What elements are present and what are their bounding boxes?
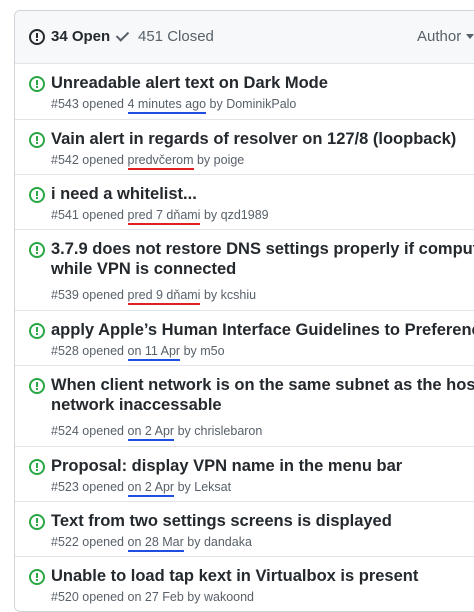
issue-meta: #543 opened 4 minutes ago by DominikPalo <box>51 97 296 114</box>
issue-row[interactable]: i need a whitelist... #541 opened pred 7 … <box>15 175 474 230</box>
issue-meta: #520 opened on 27 Feb by wakoond <box>51 590 254 604</box>
issue-by-text: by <box>187 535 201 549</box>
open-count-label: 34 Open <box>51 28 111 45</box>
issue-opened-icon <box>29 76 45 92</box>
issue-title-link[interactable]: When client network is on the same subne… <box>51 375 474 395</box>
issue-opened-icon <box>29 323 45 339</box>
issue-title-link[interactable]: Text from two settings screens is displa… <box>51 511 392 531</box>
issue-row[interactable]: Proposal: display VPN name in the menu b… <box>15 447 474 502</box>
issue-number: #528 <box>51 344 79 358</box>
issue-opened-text: opened <box>82 153 125 167</box>
issue-opened-icon <box>29 459 45 475</box>
issue-by-text: by <box>203 208 218 222</box>
issue-opened-text: opened <box>82 208 125 222</box>
issue-meta: #523 opened on 2 Apr by Leksat <box>51 480 231 497</box>
author-filter-dropdown[interactable]: Author <box>417 28 474 45</box>
issue-opened-text: opened <box>82 535 125 549</box>
issue-title-link[interactable]: Proposal: display VPN name in the menu b… <box>51 456 402 476</box>
issue-opened-text: opened <box>82 480 125 494</box>
issue-meta: #522 opened on 28 Mar by dandaka <box>51 535 252 552</box>
issue-row[interactable]: apply Apple’s Human Interface Guidelines… <box>15 311 474 366</box>
issue-by-text: by <box>203 288 218 302</box>
issue-opened-icon <box>29 132 45 148</box>
issue-time[interactable]: on 11 Apr <box>127 344 181 361</box>
issue-time[interactable]: on 27 Feb <box>128 590 184 604</box>
issue-opened-text: opened <box>82 344 125 358</box>
issue-opened-icon <box>29 569 45 585</box>
issue-number: #522 <box>51 535 79 549</box>
chevron-down-icon <box>466 34 474 39</box>
issue-author-link[interactable]: Leksat <box>194 480 231 494</box>
issue-by-text: by <box>196 153 211 167</box>
issue-number: #539 <box>51 288 79 302</box>
issue-opened-icon <box>29 378 45 394</box>
issue-time[interactable]: pred 7 dňami <box>127 208 201 225</box>
issue-title-link[interactable]: i need a whitelist... <box>51 184 197 204</box>
issue-opened-text: opened <box>82 590 125 604</box>
issue-number: #524 <box>51 424 79 438</box>
issue-number: #541 <box>51 208 79 222</box>
issue-author-link[interactable]: kcshiu <box>221 288 256 302</box>
issue-opened-icon <box>29 28 45 45</box>
issue-number: #523 <box>51 480 79 494</box>
issue-time[interactable]: 4 minutes ago <box>127 97 207 114</box>
issue-time[interactable]: on 2 Apr <box>127 480 175 497</box>
issue-meta: #528 opened on 11 Apr by m5o <box>51 344 225 361</box>
issue-meta: #539 opened pred 9 dňami by kcshiu <box>51 288 256 305</box>
issue-opened-text: opened <box>82 97 125 111</box>
issue-opened-text: opened <box>82 288 125 302</box>
closed-issues-tab[interactable]: 451 Closed <box>115 27 214 45</box>
issue-meta: #542 opened predvčerom by poige <box>51 153 245 170</box>
issue-title-link[interactable]: 3.7.9 does not restore DNS settings prop… <box>51 239 474 259</box>
issues-header: 34 Open 451 Closed Author <box>15 11 474 64</box>
issue-row[interactable]: 3.7.9 does not restore DNS settings prop… <box>15 230 474 311</box>
issue-by-text: by <box>183 344 197 358</box>
issue-row[interactable]: Unable to load tap kext in Virtualbox is… <box>15 557 474 611</box>
issue-opened-icon <box>29 242 45 258</box>
issues-panel: 34 Open 451 Closed Author Unreadable ale… <box>14 10 474 612</box>
issue-number: #543 <box>51 97 79 111</box>
issue-author-link[interactable]: chrislebaron <box>194 424 262 438</box>
issue-opened-icon <box>29 187 45 203</box>
issue-author-link[interactable]: m5o <box>200 344 224 358</box>
issue-meta: #524 opened on 2 Apr by chrislebaron <box>51 424 262 441</box>
issue-title-link-continued[interactable]: network inaccessable <box>51 395 222 415</box>
issue-time[interactable]: on 28 Mar <box>127 535 184 552</box>
issue-title-link[interactable]: Vain alert in regards of resolver on 127… <box>51 129 456 149</box>
issue-by-text: by <box>209 97 223 111</box>
issue-number: #520 <box>51 590 79 604</box>
issue-by-text: by <box>177 480 191 494</box>
issue-opened-text: opened <box>82 424 125 438</box>
author-filter-label: Author <box>417 28 462 45</box>
issue-title-link[interactable]: Unable to load tap kext in Virtualbox is… <box>51 566 418 586</box>
issue-row[interactable]: When client network is on the same subne… <box>15 366 474 447</box>
issue-row[interactable]: Unreadable alert text on Dark Mode #543 o… <box>15 64 474 120</box>
issue-by-text: by <box>187 590 201 604</box>
issue-by-text: by <box>177 424 191 438</box>
issue-title-link-continued[interactable]: while VPN is connected <box>51 259 236 279</box>
issue-author-link[interactable]: qzd1989 <box>221 208 269 222</box>
issue-author-link[interactable]: DominikPalo <box>226 97 296 111</box>
issue-time[interactable]: on 2 Apr <box>127 424 175 441</box>
issue-author-link[interactable]: poige <box>214 153 245 167</box>
issue-meta: #541 opened pred 7 dňami by qzd1989 <box>51 208 269 225</box>
issue-title-link[interactable]: Unreadable alert text on Dark Mode <box>51 73 328 93</box>
check-icon <box>115 27 130 42</box>
issue-row[interactable]: Text from two settings screens is displa… <box>15 502 474 557</box>
issue-title-link[interactable]: apply Apple’s Human Interface Guidelines… <box>51 320 474 340</box>
open-issues-tab[interactable]: 34 Open <box>29 28 110 45</box>
closed-count-label: 451 Closed <box>138 28 214 45</box>
issue-time[interactable]: pred 9 dňami <box>127 288 201 305</box>
issue-time[interactable]: predvčerom <box>127 153 194 170</box>
issue-author-link[interactable]: dandaka <box>204 535 252 549</box>
issue-number: #542 <box>51 153 79 167</box>
issue-author-link[interactable]: wakoond <box>204 590 254 604</box>
issue-opened-icon <box>29 514 45 530</box>
issue-row[interactable]: Vain alert in regards of resolver on 127… <box>15 120 474 175</box>
